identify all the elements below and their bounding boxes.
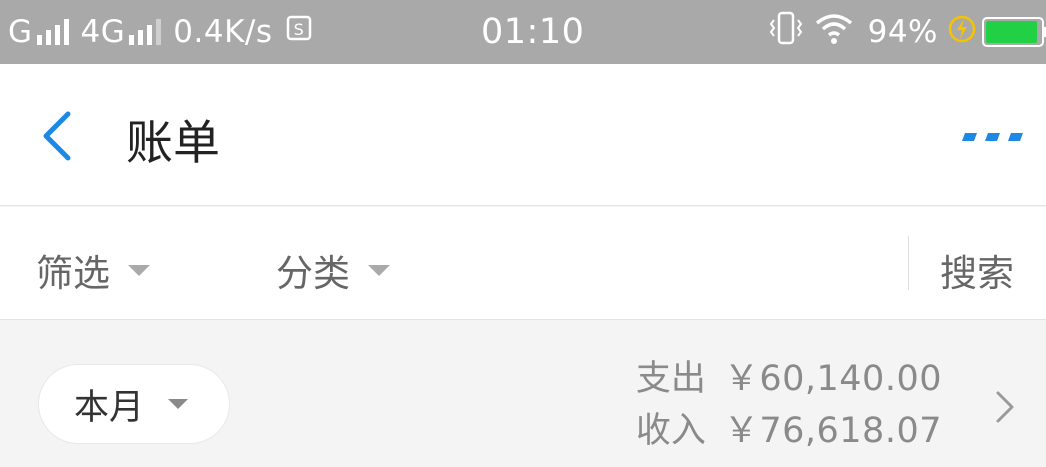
period-label: 本月 [74, 387, 145, 428]
chevron-right-icon[interactable] [994, 389, 1016, 425]
signal-icon-2 [129, 19, 165, 45]
svg-text:S: S [293, 20, 304, 39]
status-bar: G 4G 0.4K/s S 01:10 94% [0, 0, 1046, 64]
totals[interactable]: 支出 ￥60,140.00 收入 ￥76,618.07 [636, 353, 942, 457]
income-amount: ￥76,618.07 [723, 411, 942, 451]
filter-dropdown[interactable]: 筛选 [36, 243, 150, 297]
divider [908, 236, 909, 290]
charging-icon [948, 14, 976, 51]
network-speed: 0.4K/s [173, 14, 273, 50]
page-title: 账单 [126, 116, 220, 171]
filter-bar: 筛选 分类 搜索 [0, 207, 1046, 320]
more-button[interactable] [958, 128, 1024, 141]
filter-label: 筛选 [36, 252, 110, 295]
income-label: 收入 [635, 411, 706, 451]
expense-amount: ￥60,140.00 [723, 359, 942, 399]
back-button[interactable] [38, 108, 78, 164]
income-row: 收入 ￥76,618.07 [636, 405, 942, 457]
caret-down-icon [368, 264, 390, 276]
chevron-left-icon [43, 111, 71, 161]
wifi-icon [814, 11, 854, 53]
category-dropdown[interactable]: 分类 [276, 243, 390, 297]
category-label: 分类 [276, 252, 350, 295]
vibrate-icon [768, 10, 804, 54]
network-type-label: 4G [80, 14, 126, 50]
battery-icon [982, 17, 1046, 47]
search-button[interactable]: 搜索 [940, 243, 1014, 297]
gallery-notification-icon: S [285, 13, 315, 51]
status-left: G 4G 0.4K/s S [8, 0, 315, 64]
carrier-label: G [8, 14, 33, 50]
period-selector[interactable]: 本月 [38, 364, 230, 444]
caret-down-icon [168, 399, 189, 409]
summary-panel: 本月 支出 ￥60,140.00 收入 ￥76,618.07 [0, 321, 1046, 467]
battery-percent: 94% [867, 14, 938, 50]
more-icon [962, 133, 1023, 141]
expense-label: 支出 [635, 359, 706, 399]
caret-down-icon [128, 264, 150, 276]
title-bar: 账单 [0, 64, 1046, 206]
status-right: 94% [768, 0, 1046, 64]
expense-row: 支出 ￥60,140.00 [636, 353, 942, 405]
signal-icon [36, 19, 73, 45]
status-time: 01:10 [481, 12, 585, 52]
